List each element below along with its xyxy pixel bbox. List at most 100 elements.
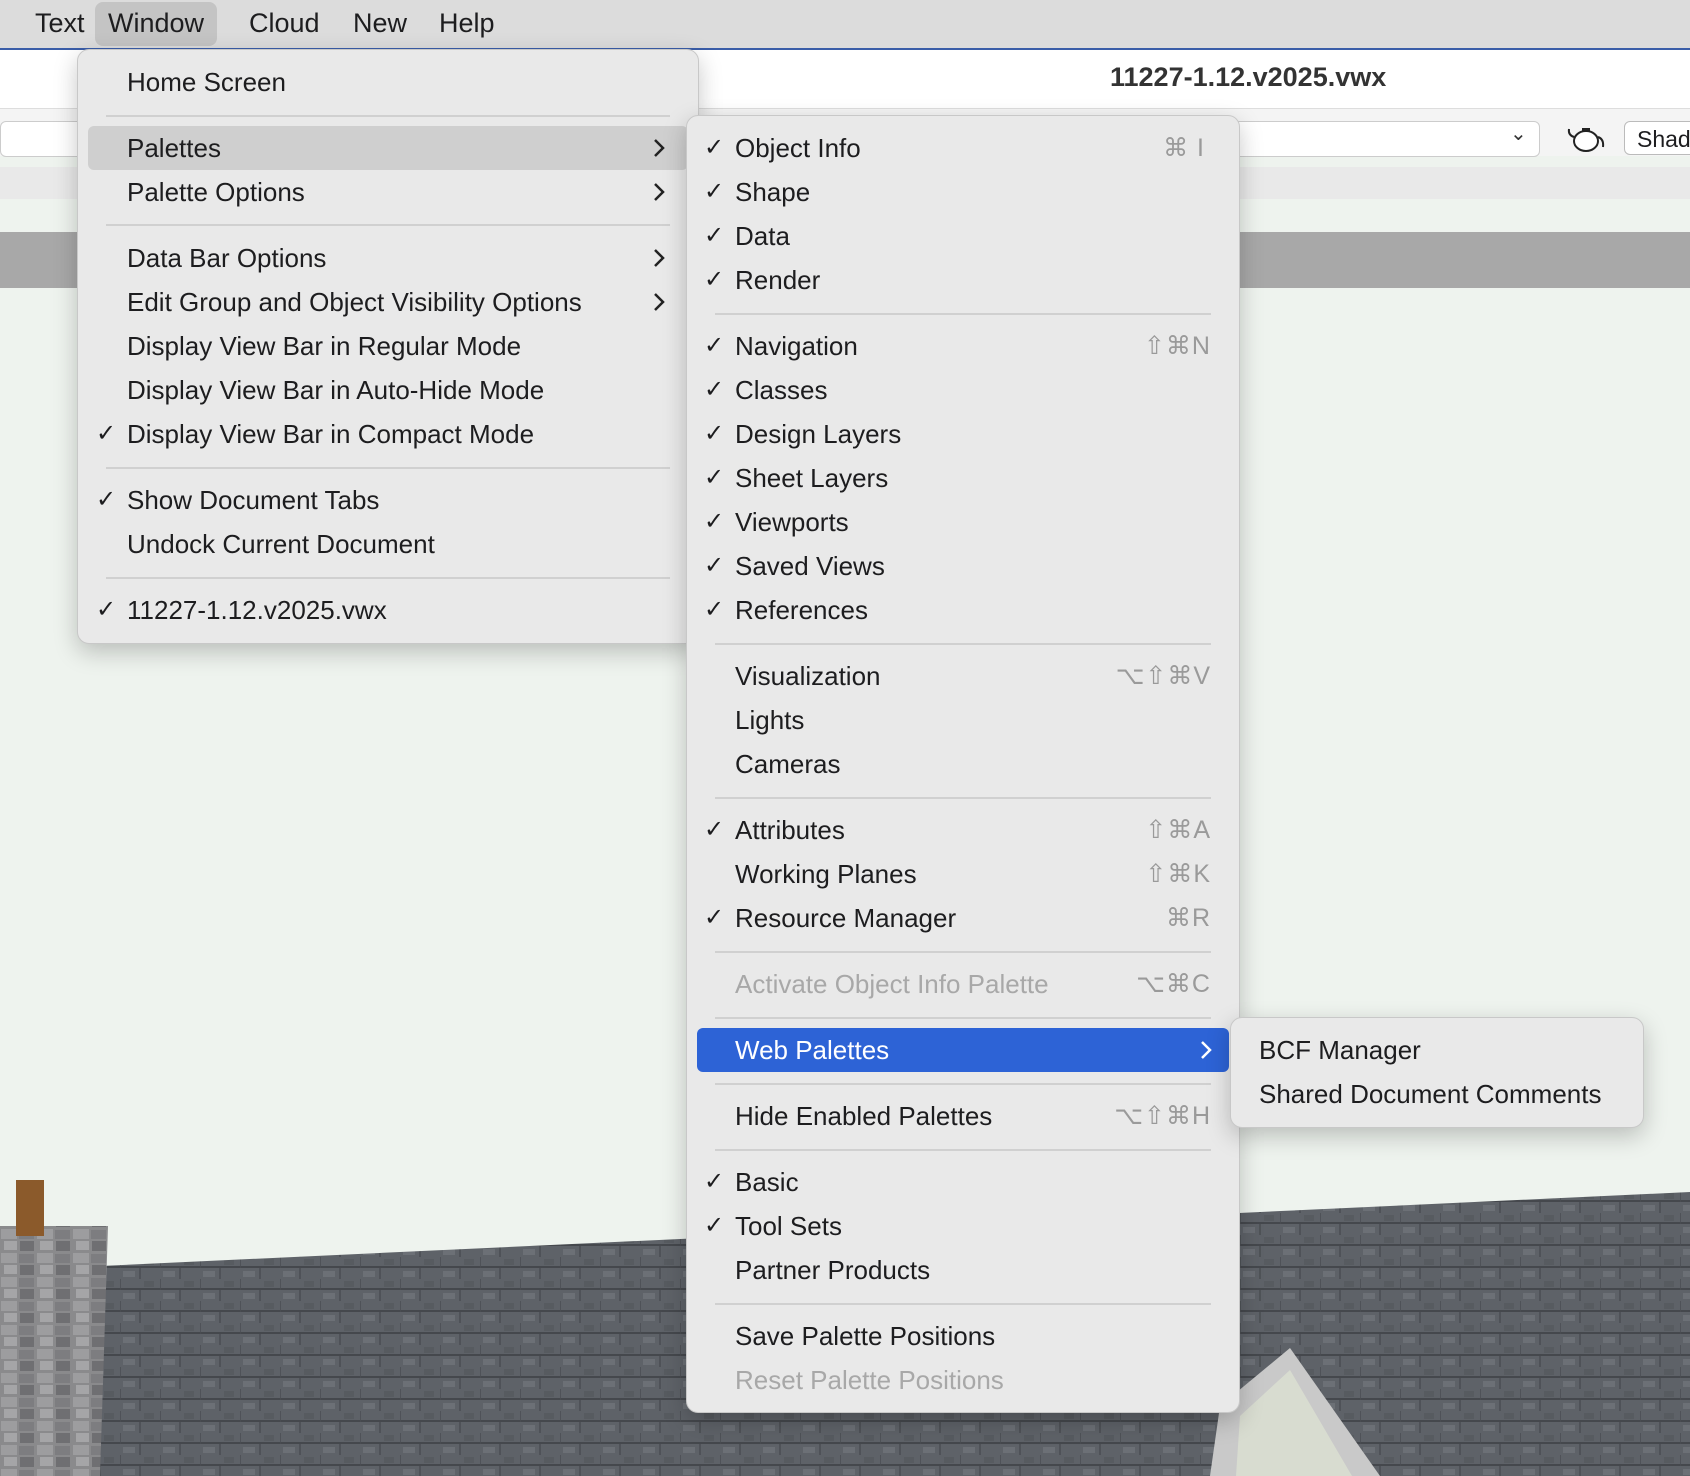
menu-item-view-bar-autohide[interactable]: Display View Bar in Auto-Hide Mode [78,368,698,412]
menu-item-view-bar-regular[interactable]: Display View Bar in Regular Mode [78,324,698,368]
menu-item-web-palettes[interactable]: Web Palettes [697,1028,1229,1072]
menu-item-label: Data Bar Options [127,243,327,273]
menu-item-design-layers[interactable]: ✓ Design Layers [687,412,1239,456]
menu-item-label: Activate Object Info Palette [735,969,1049,999]
separator [715,313,1211,315]
checkmark-icon: ✓ [704,1168,725,1195]
separator [715,797,1211,799]
menu-item-palettes[interactable]: Palettes [88,126,688,170]
checkmark-icon: ✓ [704,266,725,293]
menu-item-show-document-tabs[interactable]: ✓ Show Document Tabs [78,478,698,522]
separator [715,951,1211,953]
menu-item-references[interactable]: ✓ References [687,588,1239,632]
menu-window[interactable]: Window [95,2,218,46]
menu-item-undock-document[interactable]: Undock Current Document [78,522,698,566]
menu-item-label: Basic [735,1167,799,1197]
menu-item-label: Home Screen [127,67,286,97]
menu-item-resource-manager[interactable]: ✓ Resource Manager ⌘R [687,896,1239,940]
checkmark-icon: ✓ [704,420,725,447]
menu-item-label: Data [735,221,790,251]
menu-item-label: Palettes [127,133,221,163]
checkmark-icon: ✓ [704,222,725,249]
menu-bar: Text Window Cloud New Help [0,0,1690,50]
menu-item-label: 11227-1.12.v2025.vwx [127,595,387,625]
teapot-icon[interactable] [1566,121,1606,155]
menu-item-label: Display View Bar in Auto-Hide Mode [127,375,545,405]
menu-item-saved-views[interactable]: ✓ Saved Views [687,544,1239,588]
menu-item-edit-group-visibility[interactable]: Edit Group and Object Visibility Options [78,280,698,324]
menu-item-sheet-layers[interactable]: ✓ Sheet Layers [687,456,1239,500]
checkmark-icon: ✓ [704,332,725,359]
menu-item-label: Visualization [735,661,881,691]
menu-item-visualization[interactable]: Visualization ⌥⇧⌘V [687,654,1239,698]
menu-item-hide-enabled-palettes[interactable]: Hide Enabled Palettes ⌥⇧⌘H [687,1094,1239,1138]
shade-button[interactable]: Shad [1624,121,1690,155]
web-palettes-submenu: BCF Manager Shared Document Comments [1230,1017,1644,1128]
menu-item-classes[interactable]: ✓ Classes [687,368,1239,412]
menu-item-shape[interactable]: ✓ Shape [687,170,1239,214]
separator [106,467,670,469]
menu-item-label: Show Document Tabs [127,485,380,515]
menu-item-label: Render [735,265,821,295]
checkmark-icon: ✓ [704,134,725,161]
menu-item-reset-palette-positions: Reset Palette Positions [687,1358,1239,1402]
menu-item-label: Shared Document Comments [1259,1079,1602,1109]
menu-item-data-bar-options[interactable]: Data Bar Options [78,236,698,280]
shortcut-label: ⌥⌘C [1136,970,1211,998]
menu-item-label: Edit Group and Object Visibility Options [127,287,582,317]
shortcut-label: ⌘ I [1163,134,1205,162]
separator [106,224,670,226]
menu-item-working-planes[interactable]: Working Planes ⇧⌘K [687,852,1239,896]
menu-text[interactable]: Text [22,0,98,48]
menu-item-home-screen[interactable]: Home Screen [78,60,698,104]
checkmark-icon: ✓ [704,464,725,491]
menu-item-attributes[interactable]: ✓ Attributes ⇧⌘A [687,808,1239,852]
checkmark-icon: ✓ [96,486,117,513]
shortcut-label: ⇧⌘N [1143,332,1211,360]
menu-item-render[interactable]: ✓ Render [687,258,1239,302]
shortcut-label: ⇧⌘A [1145,816,1211,844]
menu-item-view-bar-compact[interactable]: ✓ Display View Bar in Compact Mode [78,412,698,456]
menu-item-label: Classes [735,375,828,405]
checkmark-icon: ✓ [704,552,725,579]
palettes-submenu: ✓ Object Info ⌘ I ✓ Shape ✓ Data ✓ Render ✓ Na… [686,115,1240,1413]
menu-item-navigation[interactable]: ✓ Navigation ⇧⌘N [687,324,1239,368]
menu-item-partner-products[interactable]: Partner Products [687,1248,1239,1292]
checkmark-icon: ✓ [704,816,725,843]
menu-cloud[interactable]: Cloud [236,0,333,48]
menu-item-label: Object Info [735,133,861,163]
menu-item-object-info[interactable]: ✓ Object Info ⌘ I [687,126,1239,170]
checkmark-icon: ✓ [96,420,117,447]
menu-item-basic[interactable]: ✓ Basic [687,1160,1239,1204]
menu-item-palette-options[interactable]: Palette Options [78,170,698,214]
checkmark-icon: ✓ [704,178,725,205]
checkmark-icon: ✓ [96,596,117,623]
menu-item-viewports[interactable]: ✓ Viewports [687,500,1239,544]
menu-item-label: Hide Enabled Palettes [735,1101,993,1131]
menu-item-label: Lights [735,705,805,735]
menu-item-label: Undock Current Document [127,529,435,559]
menu-item-label: Saved Views [735,551,885,581]
menu-item-label: Display View Bar in Regular Mode [127,331,522,361]
document-title: 11227-1.12.v2025.vwx [1110,62,1387,92]
menu-item-label: Cameras [735,749,841,779]
menu-item-lights[interactable]: Lights [687,698,1239,742]
menu-item-shared-document-comments[interactable]: Shared Document Comments [1231,1072,1643,1116]
menu-item-tool-sets[interactable]: ✓ Tool Sets [687,1204,1239,1248]
menu-help[interactable]: Help [426,0,508,48]
checkmark-icon: ✓ [704,1212,725,1239]
chevron-right-icon [654,183,665,201]
chevron-down-icon[interactable]: ⌄ [1510,121,1527,146]
separator [715,643,1211,645]
menu-item-data[interactable]: ✓ Data [687,214,1239,258]
menu-item-save-palette-positions[interactable]: Save Palette Positions [687,1314,1239,1358]
menu-item-label: Navigation [735,331,858,361]
menu-new[interactable]: New [340,0,420,48]
menu-item-bcf-manager[interactable]: BCF Manager [1231,1028,1643,1072]
menu-item-activate-object-info: Activate Object Info Palette ⌥⌘C [687,962,1239,1006]
menu-item-cameras[interactable]: Cameras [687,742,1239,786]
separator [715,1017,1211,1019]
separator [715,1149,1211,1151]
separator [106,577,670,579]
menu-item-current-document[interactable]: ✓ 11227-1.12.v2025.vwx [78,588,698,632]
